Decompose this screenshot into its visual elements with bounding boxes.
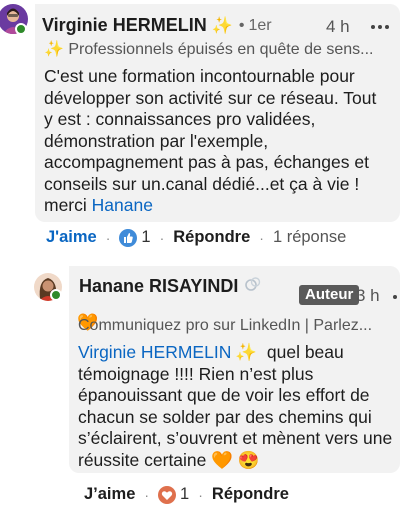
reply-body: Virginie HERMELIN ✨ quel beau témoignage … [78, 342, 392, 471]
like-button[interactable]: J'aime [46, 228, 97, 247]
reply-body-text: quel beau [257, 342, 344, 362]
comment-actions: J'aime · 1 · Répondre · 1 réponse [46, 228, 346, 247]
comment-author-row: Virginie HERMELIN ✨ • 1er [42, 15, 272, 36]
like-button[interactable]: J’aime [84, 485, 135, 504]
mention-link[interactable]: Hanane [92, 195, 153, 215]
author-badge-wrap: Auteur [291, 285, 360, 305]
separator-dot: · [105, 229, 111, 246]
separator-dot: · [144, 486, 150, 503]
author-badge: Auteur [299, 285, 360, 305]
reply-body-line-first: Virginie HERMELIN ✨ quel beau [78, 342, 392, 364]
comment-body-line-last: merci Hanane [44, 195, 376, 217]
comment-body-line: conseils sur un.canal dédié...et ça à vi… [44, 173, 360, 194]
reply-body-line: s’éclairent, s’ouvrent et mènent vers un… [78, 428, 393, 448]
sparkle-icon: ✨ [235, 342, 258, 362]
reply-author-row: Hanane RISAYINDI [79, 276, 262, 297]
reply-bubble: Hanane RISAYINDI 🧡 Auteur 3 h Communique… [69, 266, 400, 473]
connection-degree: 1er [248, 16, 272, 34]
like-reaction-icon[interactable] [119, 228, 138, 247]
love-reaction-icon[interactable] [158, 485, 177, 504]
comment-body-line: merci [44, 195, 92, 215]
comment-author-headline: ✨ Professionnels épuisés en quête de sen… [44, 41, 374, 58]
sparkle-icon: ✨ [211, 15, 233, 35]
online-status-indicator [50, 289, 62, 301]
more-options-icon[interactable] [371, 25, 389, 29]
comment-body-line: démonstration par l'exemple, [44, 130, 269, 151]
reply-button[interactable]: Répondre [173, 228, 250, 247]
reaction-count[interactable]: 1 [180, 485, 189, 504]
comment-body: C'est une formation incontournable pour … [44, 66, 376, 217]
reply-body-line: épanouissant que de voir les effort de [78, 385, 370, 405]
comment-body-line: y est : connaissances pro validées, [44, 109, 316, 129]
reply-count[interactable]: 1 réponse [273, 228, 346, 247]
reply-author-name[interactable]: Hanane RISAYINDI [79, 276, 238, 297]
more-options-icon[interactable] [393, 295, 400, 299]
reply-button[interactable]: Répondre [212, 485, 289, 504]
online-status-indicator [15, 23, 27, 35]
comment-author-name[interactable]: Virginie HERMELIN [42, 15, 207, 36]
reply-actions: J’aime · 1 · Répondre [84, 485, 289, 504]
rings-icon [244, 276, 262, 297]
separator-dot: · [198, 486, 203, 503]
reply-body-line: témoignage !!!! Rien n’est plus [78, 363, 314, 384]
comment-bubble: Virginie HERMELIN ✨ • 1er 4 h ✨ Professi… [35, 4, 400, 222]
mention-link[interactable]: Virginie HERMELIN [78, 342, 231, 362]
comment-timestamp: 4 h [326, 17, 350, 36]
reaction-count[interactable]: 1 [141, 228, 150, 247]
comment-body-line: C'est une formation incontournable pour [44, 66, 355, 86]
comment-body-line: développer son activité sur ce réseau. T… [44, 87, 377, 108]
comment-body-line: accompagnement pas à pas, échanges et [44, 152, 369, 172]
reply-body-line: réussite certaine 🧡 😍 [78, 449, 260, 470]
reply-body-line: chacun se solder par des chemins qui [78, 406, 372, 427]
separator-dot: · [259, 229, 264, 246]
reply-timestamp: 3 h [356, 286, 380, 305]
reply-author-headline: Communiquez pro sur LinkedIn | Parlez... [78, 317, 373, 334]
separator-dot: • [238, 16, 245, 34]
separator-dot: · [159, 229, 165, 246]
